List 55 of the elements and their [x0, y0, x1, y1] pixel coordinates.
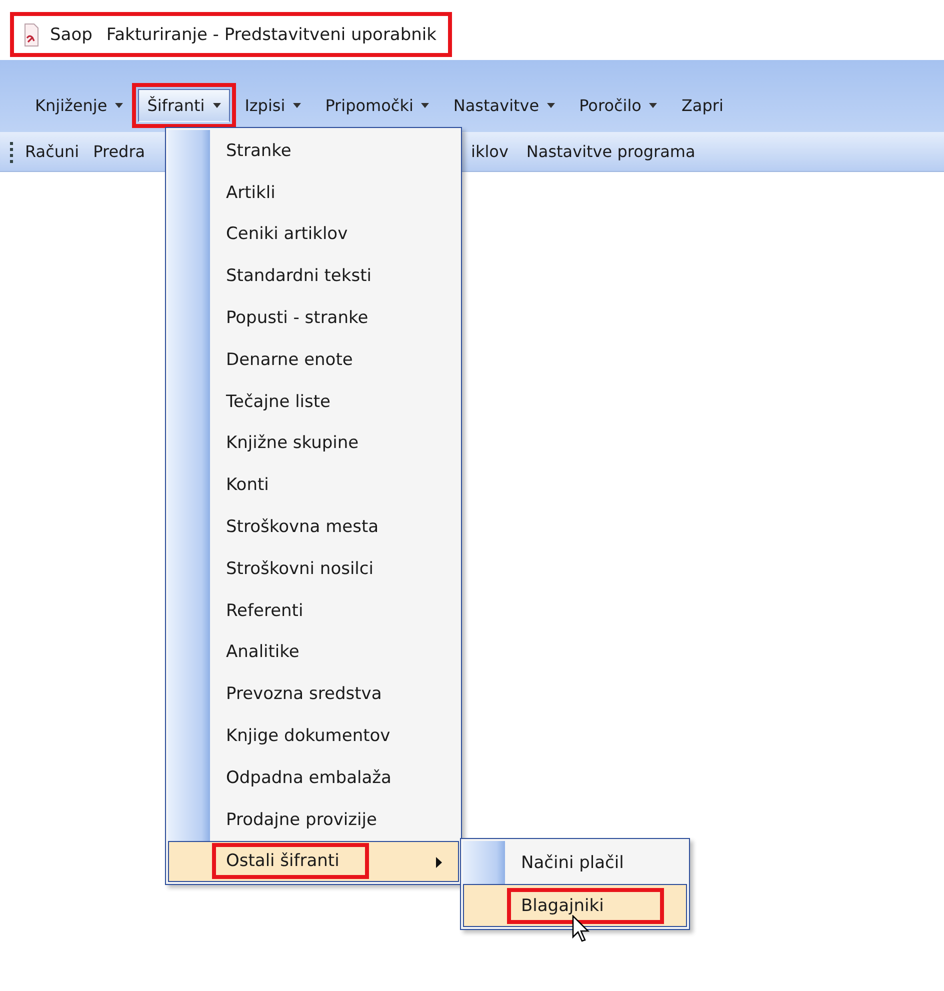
menu-item[interactable]: Knjiženje: [26, 89, 132, 122]
menu-item-label: Denarne enote: [226, 350, 353, 370]
menu-item[interactable]: Ceniki artiklov: [168, 214, 459, 256]
menu-item-label: Ceniki artiklov: [226, 224, 348, 244]
menu-item-label: Konti: [226, 475, 269, 496]
toolbar-button[interactable]: iklov: [467, 140, 512, 163]
toolbar-button[interactable]: Računi: [21, 140, 84, 163]
menu-item[interactable]: Prevozna sredstva: [168, 673, 459, 716]
menu-item[interactable]: Stranke: [168, 130, 459, 172]
menu-item[interactable]: Zapri: [672, 89, 732, 122]
menu-item[interactable]: Knjige dokumentov: [168, 715, 459, 757]
menu-item-label: Standardni teksti: [226, 266, 372, 286]
grip-icon: [10, 140, 13, 162]
menu-item[interactable]: Ostali šifranti: [168, 840, 459, 882]
menu-item[interactable]: Tečajne liste: [168, 380, 459, 423]
menu-item[interactable]: Pripomočki: [316, 89, 438, 122]
menu-item[interactable]: Analitike: [168, 632, 459, 674]
app-icon: [22, 22, 40, 46]
menu-item-label: Stroškovna mesta: [226, 517, 379, 538]
menu-item[interactable]: Konti: [168, 464, 459, 506]
menu-item[interactable]: Stroškovni nosilci: [168, 548, 459, 590]
toolbar-button[interactable]: Predra: [89, 140, 150, 163]
menu-item-label: Prodajne provizije: [226, 810, 377, 830]
menu-item[interactable]: Knjižne skupine: [168, 422, 459, 464]
menu-item-label: Stroškovni nosilci: [226, 558, 374, 579]
menu-item[interactable]: Blagajniki: [463, 884, 687, 927]
menu-item-label: Knjige dokumentov: [226, 726, 390, 746]
menu-item-label: Odpadna embalaža: [226, 768, 392, 788]
menu-item[interactable]: Stroškovna mesta: [168, 506, 459, 548]
menu-item-label: Načini plačil: [521, 852, 624, 872]
menu-item-label: Tečajne liste: [226, 392, 331, 412]
menu-item-label: Artikli: [226, 182, 276, 203]
menu-item-label: Popusti - stranke: [226, 308, 368, 328]
menu-item[interactable]: Referenti: [168, 590, 459, 632]
menu-item[interactable]: Poročilo: [570, 89, 666, 122]
menu-item[interactable]: Popusti - stranke: [168, 297, 459, 339]
menu-item-label: Analitike: [226, 642, 300, 662]
menu-item-label: Knjižne skupine: [226, 433, 359, 454]
toolbar-button[interactable]: Nastavitve programa: [522, 140, 700, 163]
menu-item[interactable]: Načini plačil: [463, 841, 687, 884]
menu-item-label: Prevozna sredstva: [226, 684, 382, 704]
menu-item[interactable]: Izpisi: [236, 89, 310, 122]
menu-item-label: Ostali šifranti: [226, 851, 340, 872]
app-name: Saop: [50, 24, 92, 44]
menu-item[interactable]: Nastavitve: [444, 89, 564, 122]
window-title: Fakturiranje - Predstavitveni uporabnik: [106, 24, 436, 44]
menu-item-label: Referenti: [226, 600, 304, 621]
menu-item[interactable]: Odpadna embalaža: [168, 756, 459, 799]
menu-item[interactable]: Prodajne provizije: [168, 798, 459, 841]
menu-item[interactable]: Denarne enote: [168, 338, 459, 381]
menu-item[interactable]: Artikli: [168, 172, 459, 214]
menu-item[interactable]: Standardni teksti: [168, 255, 459, 298]
menu-item[interactable]: Šifranti: [138, 89, 230, 122]
menu-item-label: Stranke: [226, 140, 292, 161]
menu-item-label: Blagajniki: [521, 896, 604, 916]
